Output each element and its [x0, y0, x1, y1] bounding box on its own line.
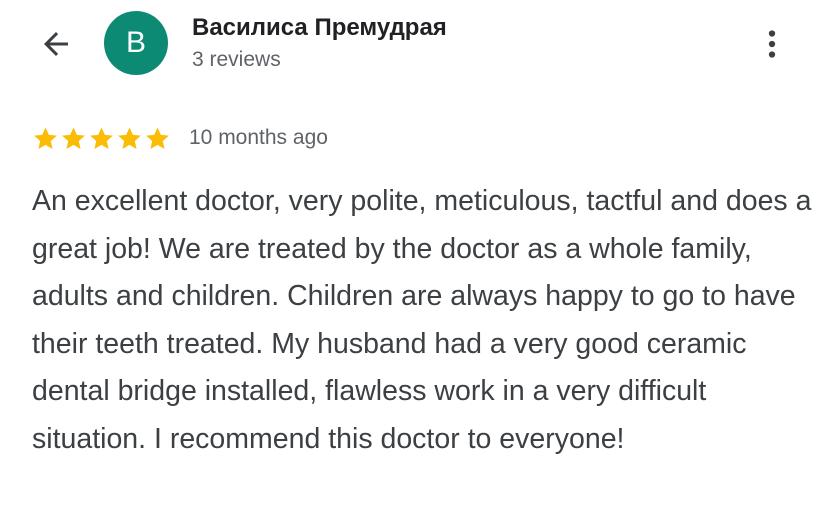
review-text: An excellent doctor, very polite, meticu…	[32, 185, 812, 455]
review-count: 3 reviews	[192, 48, 281, 71]
avatar[interactable]: B	[104, 11, 168, 75]
star-icon	[62, 126, 85, 149]
star-icon	[90, 126, 113, 149]
star-icon	[34, 126, 57, 149]
avatar-letter: B	[125, 26, 146, 59]
star-icon	[118, 126, 141, 149]
star-icon	[146, 126, 169, 149]
star-rating	[32, 125, 171, 152]
review-date: 10 months ago	[189, 126, 328, 149]
back-button[interactable]	[32, 22, 80, 66]
more-options-button[interactable]	[752, 22, 792, 66]
reviewer-name[interactable]: Василиса Премудрая	[192, 14, 447, 42]
arrow-back-icon	[44, 32, 68, 56]
more-vertical-icon	[768, 30, 776, 58]
review-header: B Василиса Премудрая 3 reviews	[0, 0, 828, 100]
rating-row: 10 months ago	[32, 122, 328, 154]
